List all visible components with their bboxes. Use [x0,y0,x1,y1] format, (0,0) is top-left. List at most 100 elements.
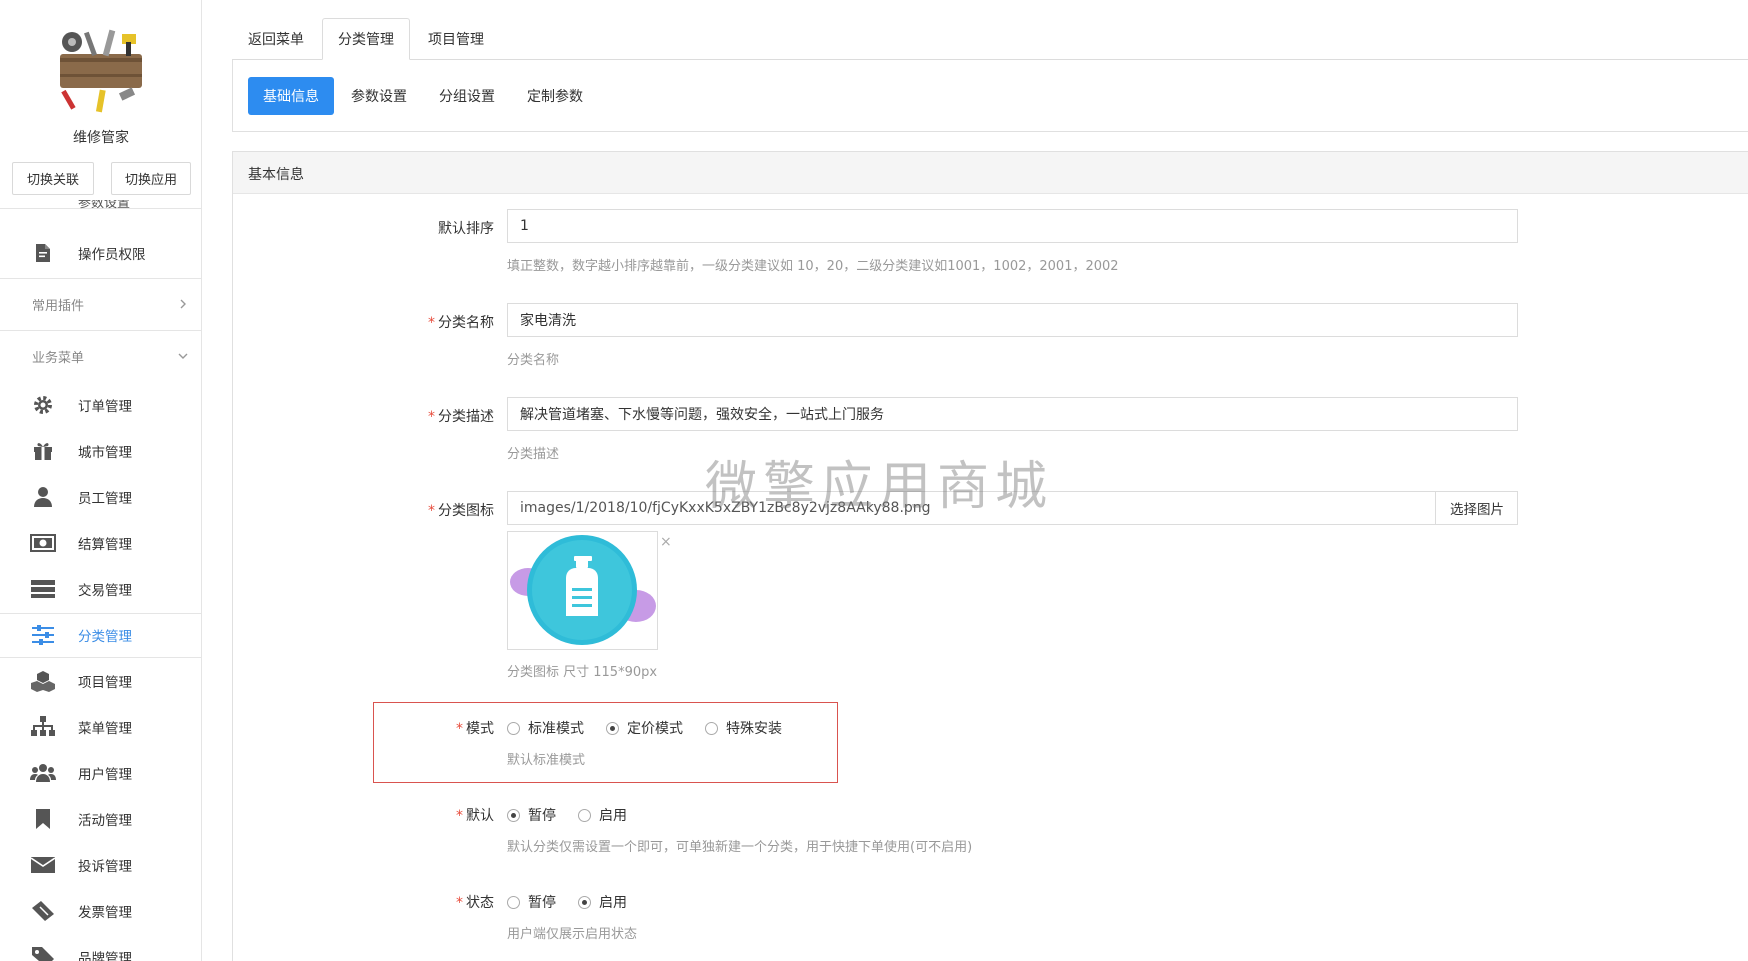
sidebar-divider [0,330,201,331]
tab-project-management[interactable]: 项目管理 [412,18,500,60]
default-label-text: 默认 [466,808,494,824]
sidebar-item-brands[interactable]: 品牌管理 [0,937,201,961]
category-name-label: * 分类名称 [232,312,494,332]
tab-category-management[interactable]: 分类管理 [322,18,410,60]
sidebar-item-label: 品牌管理 [78,951,132,961]
sidebar-group-label: 常用插件 [32,298,85,314]
sliders-icon [30,622,56,648]
status-enabled-radio[interactable]: 启用 [578,892,627,912]
sidebar-item-employees[interactable]: 员工管理 [0,477,201,517]
sidebar-item-complaints[interactable]: 投诉管理 [0,845,201,885]
category-name-help: 分类名称 [507,353,560,368]
bookmark-icon [30,806,56,832]
soap-bottle-icon [510,535,656,645]
gear-icon [30,392,56,418]
category-desc-label: * 分类描述 [232,406,494,426]
server-icon [30,576,56,602]
category-icon-label: * 分类图标 [232,500,494,520]
sidebar-item-users[interactable]: 用户管理 [0,753,201,793]
ticket-icon [30,898,56,924]
sidebar-item-orders[interactable]: 订单管理 [0,385,201,425]
sidebar-group-plugins[interactable]: 常用插件 [0,286,201,322]
radio-dot [578,895,591,909]
radio-dot [705,721,718,735]
sidebar-group-business[interactable]: 业务菜单 [0,338,201,374]
sidebar-item-label: 操作员权限 [78,247,146,263]
app-name: 维修管家 [73,130,129,146]
sidebar-item-label: 员工管理 [78,491,132,507]
sidebar-item-settlement[interactable]: 结算管理 [0,523,201,563]
watermark: 微擎应用商城 [705,457,1054,517]
sidebar-group-label: 业务菜单 [32,350,85,366]
sort-help: 填正整数，数字越小排序越靠前，一级分类建议如 10，20，二级分类建议如1001… [507,259,1119,274]
tab-parameter-settings[interactable]: 参数设置 [336,77,422,115]
sort-label: 默认排序 [232,218,494,238]
category-desc-help: 分类描述 [507,447,560,462]
required-mark: * [428,503,435,519]
required-mark: * [456,895,463,911]
sidebar-item-operator-permissions[interactable]: 操作员权限 [0,233,201,273]
switch-app-button[interactable]: 切换应用 [111,162,191,195]
tab-basic-info[interactable]: 基础信息 [248,77,334,115]
sidebar-item-activities[interactable]: 活动管理 [0,799,201,839]
required-mark: * [456,721,463,737]
category-name-label-text: 分类名称 [438,315,494,331]
gift-icon [30,438,56,464]
app-logo [58,28,144,114]
switch-link-button[interactable]: 切换关联 [12,162,94,195]
category-name-input[interactable]: 家电清洗 [507,303,1518,337]
radio-dot [507,895,520,909]
sidebar-item-label: 结算管理 [78,537,132,553]
default-enabled-radio[interactable]: 启用 [578,805,627,825]
radio-dot [578,808,591,822]
required-mark: * [428,315,435,331]
sidebar-item-label: 订单管理 [78,399,132,415]
radio-label: 标准模式 [528,721,584,737]
sidebar-item-label: 项目管理 [78,675,132,691]
tag-icon [30,944,56,961]
user-icon [30,484,56,510]
radio-label: 定价模式 [627,721,683,737]
required-mark: * [456,808,463,824]
sidebar-item-label: 发票管理 [78,905,132,921]
sidebar-item-projects[interactable]: 项目管理 [0,661,201,701]
sub-tab-bar: 基础信息 参数设置 分组设置 定制参数 [232,60,1748,132]
sort-input[interactable]: 1 [507,209,1518,243]
sidebar-item-params-cut[interactable]: 参数设置 [30,200,140,212]
default-paused-radio[interactable]: 暂停 [507,805,556,825]
radio-label: 暂停 [528,895,556,911]
select-image-button[interactable]: 选择图片 [1435,491,1518,525]
category-desc-input[interactable]: 解决管道堵塞、下水慢等问题，强效安全，一站式上门服务 [507,397,1518,431]
sidebar-item-menus[interactable]: 菜单管理 [0,707,201,747]
sidebar-item-categories[interactable]: 分类管理 [0,615,201,655]
tab-custom-parameters[interactable]: 定制参数 [512,77,598,115]
sidebar-item-label: 交易管理 [78,583,132,599]
category-icon-help: 分类图标 尺寸 115*90px [507,665,658,680]
sidebar-item-cities[interactable]: 城市管理 [0,431,201,471]
sidebar-item-label: 参数设置 [78,200,131,211]
mode-special-radio[interactable]: 特殊安装 [705,718,782,738]
remove-image-icon[interactable]: × [660,534,672,550]
radio-dot [507,808,520,822]
sidebar-item-label: 投诉管理 [78,859,132,875]
panel-header: 基本信息 [233,152,1748,194]
radio-label: 启用 [599,808,627,824]
mode-pricing-radio[interactable]: 定价模式 [606,718,683,738]
status-label-text: 状态 [466,895,494,911]
mode-standard-radio[interactable]: 标准模式 [507,718,584,738]
sidebar-item-label: 用户管理 [78,767,132,783]
sidebar-item-transactions[interactable]: 交易管理 [0,569,201,609]
sidebar-item-invoices[interactable]: 发票管理 [0,891,201,931]
mode-label: * 模式 [232,718,494,738]
status-radio-group: 暂停 启用 [507,892,649,912]
tab-back-to-menu[interactable]: 返回菜单 [232,18,320,60]
sidebar: 维修管家 切换关联 切换应用 参数设置 操作员权限 常用插件 业务菜单 订单管理… [0,0,202,961]
envelope-icon [30,852,56,878]
status-paused-radio[interactable]: 暂停 [507,892,556,912]
tab-group-settings[interactable]: 分组设置 [424,77,510,115]
radio-dot [606,721,619,735]
radio-dot [507,721,520,735]
default-radio-group: 暂停 启用 [507,805,649,825]
cubes-icon [30,668,56,694]
sidebar-item-label: 活动管理 [78,813,132,829]
